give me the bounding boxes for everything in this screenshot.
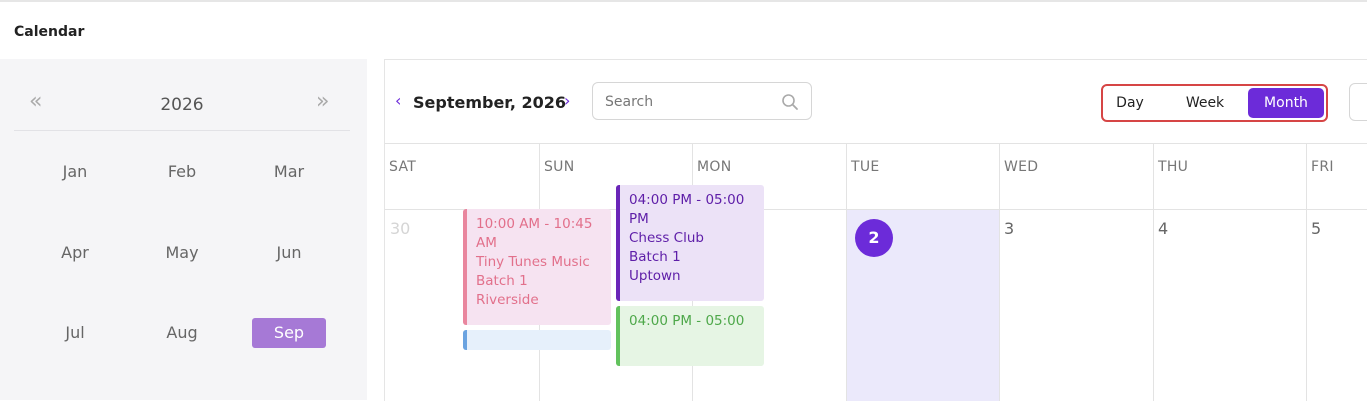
event-tiny-tunes[interactable]: 10:00 AM - 10:45 AM Tiny Tunes Music Bat… — [463, 209, 611, 325]
event-accent-bar — [616, 185, 620, 301]
weekday-tue: TUE — [851, 159, 880, 175]
search-icon[interactable] — [781, 93, 799, 111]
event-time: 10:00 AM - 10:45 AM — [476, 216, 593, 251]
month-feb[interactable]: Feb — [145, 157, 219, 187]
event-location: Uptown — [629, 268, 681, 284]
page-title: Calendar — [14, 24, 85, 40]
month-jun[interactable]: Jun — [252, 238, 326, 268]
month-jul[interactable]: Jul — [38, 318, 112, 348]
top-divider — [0, 0, 1367, 2]
grid-line — [999, 143, 1000, 401]
year-label: 2026 — [160, 95, 204, 115]
month-apr[interactable]: Apr — [38, 238, 112, 268]
view-day-button[interactable]: Day — [1105, 88, 1155, 118]
next-year-icon[interactable]: » — [316, 91, 329, 113]
weekday-wed: WED — [1004, 159, 1039, 175]
weekday-fri: FRI — [1311, 159, 1334, 175]
event-title: Tiny Tunes Music — [476, 254, 590, 270]
search-box — [592, 82, 812, 120]
event-chess-club[interactable]: 04:00 PM - 05:00 PM Chess Club Batch 1 U… — [616, 185, 764, 301]
event-batch: Batch 1 — [629, 249, 681, 265]
weekday-sun: SUN — [544, 159, 575, 175]
month-aug[interactable]: Aug — [145, 318, 219, 348]
event-blue[interactable] — [463, 330, 611, 350]
event-accent-bar — [463, 209, 467, 325]
date-5[interactable]: 5 — [1311, 219, 1321, 238]
today-badge[interactable]: 2 — [855, 219, 893, 257]
month-title: September, 2026 — [413, 93, 567, 112]
next-month-icon[interactable]: › — [564, 91, 570, 110]
month-sep[interactable]: Sep — [252, 318, 326, 348]
event-accent-bar — [463, 330, 467, 350]
grid-line — [1153, 143, 1154, 401]
event-time: 04:00 PM - 05:00 — [629, 313, 745, 329]
event-accent-bar — [616, 306, 620, 366]
grid-line — [385, 143, 1367, 144]
weekday-sat: SAT — [389, 159, 417, 175]
event-time: 04:00 PM - 05:00 PM — [629, 192, 745, 227]
date-30[interactable]: 30 — [390, 219, 410, 238]
weekday-mon: MON — [697, 159, 732, 175]
year-navigation: « 2026 » — [14, 59, 350, 131]
view-toggle: Day Week Month — [1101, 84, 1328, 122]
weekday-thu: THU — [1158, 159, 1189, 175]
grid-line — [846, 143, 847, 401]
date-3[interactable]: 3 — [1004, 219, 1014, 238]
more-button[interactable] — [1349, 83, 1367, 121]
event-title: Chess Club — [629, 230, 704, 246]
view-week-button[interactable]: Week — [1163, 88, 1247, 118]
year-month-picker: « 2026 » Jan Feb Mar Apr May Jun Jul Aug… — [0, 59, 367, 400]
event-location: Riverside — [476, 292, 539, 308]
month-may[interactable]: May — [145, 238, 219, 268]
grid-line — [1306, 143, 1307, 401]
event-batch: Batch 1 — [476, 273, 528, 289]
search-input[interactable] — [603, 91, 777, 113]
previous-month-icon[interactable]: ‹ — [395, 91, 401, 110]
month-mar[interactable]: Mar — [252, 157, 326, 187]
date-4[interactable]: 4 — [1158, 219, 1168, 238]
view-month-button[interactable]: Month — [1248, 88, 1324, 118]
event-green[interactable]: 04:00 PM - 05:00 — [616, 306, 764, 366]
month-jan[interactable]: Jan — [38, 157, 112, 187]
